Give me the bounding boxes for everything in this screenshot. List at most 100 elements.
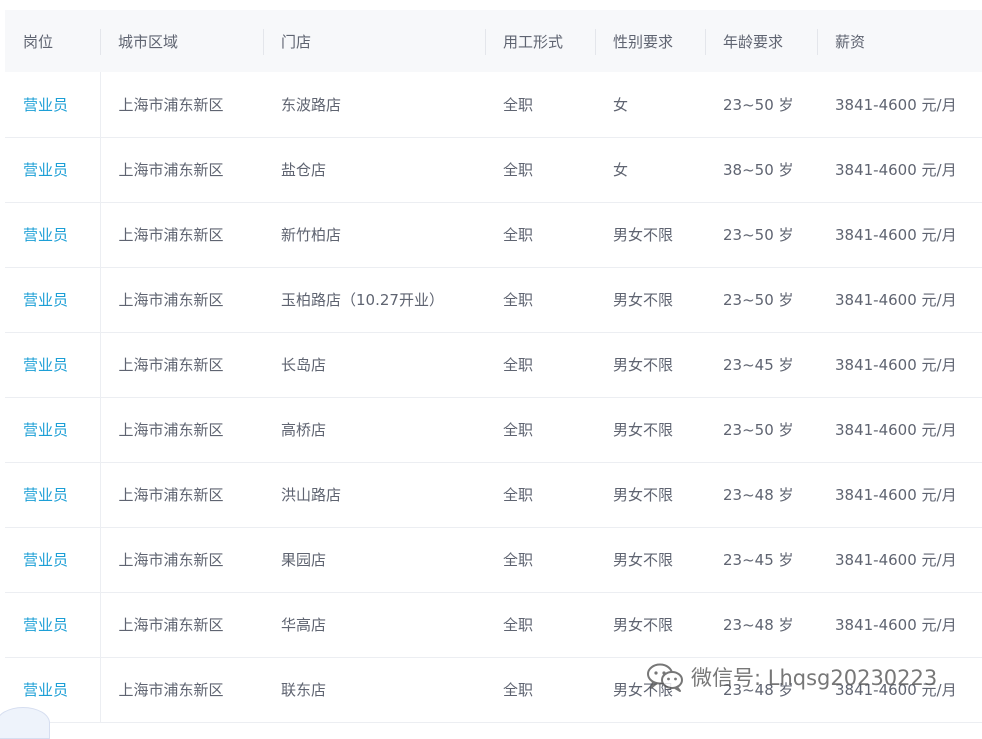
cell-store: 东波路店 [263,72,485,138]
cell-type: 全职 [485,202,595,268]
cell-age-text: 23~48 岁 [723,486,794,504]
cell-city: 上海市浦东新区 [100,527,263,593]
header-store[interactable]: 门店 [263,10,485,72]
cell-store-text: 新竹柏店 [281,226,342,244]
cell-city-text: 上海市浦东新区 [118,291,224,309]
cell-role[interactable]: 营业员 [5,137,101,203]
cell-gender: 女 [595,137,705,203]
table-row[interactable]: 营业员 上海市浦东新区 盐仓店 全职 女 38~50 岁 3841-4600 元/月 [5,137,982,203]
header-age[interactable]: 年龄要求 [705,10,817,72]
cell-age-text: 38~50 岁 [723,161,794,179]
cell-gender: 男女不限 [595,462,705,528]
table-row[interactable]: 营业员 上海市浦东新区 长岛店 全职 男女不限 23~45 岁 3841-4600 元/月 [5,332,982,398]
cell-role[interactable]: 营业员 [5,267,101,333]
cell-type-text: 全职 [503,486,534,504]
cell-role-text[interactable]: 营业员 [5,291,68,309]
cell-age: 23~50 岁 [705,72,817,138]
cell-store: 新竹柏店 [263,202,485,268]
header-role[interactable]: 岗位 [5,10,100,72]
cell-salary: 3841-4600 元/月 [817,397,982,463]
cell-gender-text: 男女不限 [613,616,674,634]
cell-store: 玉柏路店（10.27开业） [263,267,485,333]
cell-gender: 男女不限 [595,527,705,593]
cell-city-text: 上海市浦东新区 [118,356,224,374]
cell-age: 23~50 岁 [705,267,817,333]
table-row[interactable]: 营业员 上海市浦东新区 高桥店 全职 男女不限 23~50 岁 3841-4600 元/月 [5,397,982,463]
table-row[interactable]: 营业员 上海市浦东新区 东波路店 全职 女 23~50 岁 3841-4600 元/月 [5,72,982,138]
cell-type-text: 全职 [503,95,534,114]
cell-age-text: 23~50 岁 [723,291,794,309]
cell-city-text: 上海市浦东新区 [118,616,224,634]
cell-role[interactable]: 营业员 [5,462,101,528]
cell-store-text: 东波路店 [281,95,342,114]
cell-salary: 3841-4600 元/月 [817,267,982,333]
cell-role[interactable]: 营业员 [5,397,101,463]
table-row[interactable]: 营业员 上海市浦东新区 联东店 全职 男女不限 23~48 岁 3841-4600 元/月 [5,657,982,723]
cell-city-text: 上海市浦东新区 [118,421,224,439]
cell-type-text: 全职 [503,421,534,439]
cell-store: 华高店 [263,592,485,658]
job-table-container: 岗位 城市区域 门店 用工形式 性别要求 年龄要求 薪资 营业员 上海市浦东新区东… [5,10,982,723]
chat-bubble-icon[interactable] [0,707,50,739]
header-gender[interactable]: 性别要求 [595,10,705,72]
cell-role[interactable]: 营业员 [5,72,101,138]
header-type[interactable]: 用工形式 [485,10,595,72]
cell-role[interactable]: 营业员 [5,332,101,398]
cell-salary-text: 3841-4600 元/月 [835,161,957,179]
cell-role-text[interactable]: 营业员 [5,421,68,439]
cell-store-text: 玉柏路店（10.27开业） [281,291,444,309]
cell-city: 上海市浦东新区 [100,397,263,463]
cell-gender-text: 男女不限 [613,486,674,504]
table-row[interactable]: 营业员 上海市浦东新区 洪山路店 全职 男女不限 23~48 岁 3841-4600 元/月 [5,462,982,528]
cell-salary-text: 3841-4600 元/月 [835,616,957,634]
cell-salary: 3841-4600 元/月 [817,202,982,268]
table-row[interactable]: 营业员 上海市浦东新区 玉柏路店（10.27开业） 全职 男女不限 23~50 岁 3841… [5,267,982,333]
cell-store: 联东店 [263,657,485,723]
cell-type-text: 全职 [503,356,534,374]
cell-city: 上海市浦东新区 [100,657,263,723]
cell-salary-text: 3841-4600 元/月 [835,486,957,504]
cell-gender: 男女不限 [595,267,705,333]
cell-store-text: 果园店 [281,551,327,569]
cell-store-text: 联东店 [281,681,327,699]
cell-gender-text: 女 [613,161,629,179]
cell-age: 23~45 岁 [705,527,817,593]
cell-role-text[interactable]: 营业员 [5,356,68,374]
cell-age: 23~48 岁 [705,657,817,723]
cell-age-text: 23~45 岁 [723,356,794,374]
cell-type: 全职 [485,462,595,528]
header-city[interactable]: 城市区域 [100,10,263,72]
cell-salary-text: 3841-4600 元/月 [835,226,957,244]
table-header: 岗位 城市区域 门店 用工形式 性别要求 年龄要求 薪资 [5,10,982,72]
cell-age: 23~50 岁 [705,397,817,463]
cell-salary: 3841-4600 元/月 [817,137,982,203]
header-salary[interactable]: 薪资 [817,10,982,72]
cell-store: 果园店 [263,527,485,593]
table-row[interactable]: 营业员 上海市浦东新区 华高店 全职 男女不限 23~48 岁 3841-4600 元/月 [5,592,982,658]
cell-city-text: 上海市浦东新区 [118,681,224,699]
cell-city-text: 上海市浦东新区 [118,95,224,114]
table-row[interactable]: 营业员 上海市浦东新区 新竹柏店 全职 男女不限 23~50 岁 3841-4600 元/月 [5,202,982,268]
cell-role-text[interactable]: 营业员 [5,486,68,504]
cell-role[interactable]: 营业员 [5,527,101,593]
cell-gender-text: 男女不限 [613,291,674,309]
cell-type: 全职 [485,657,595,723]
table-row[interactable]: 营业员 上海市浦东新区 果园店 全职 男女不限 23~45 岁 3841-4600 元/月 [5,527,982,593]
cell-age: 23~48 岁 [705,592,817,658]
cell-role-text[interactable]: 营业员 [5,96,68,114]
cell-role[interactable]: 营业员 [5,592,101,658]
cell-age-text: 23~50 岁 [723,226,794,244]
cell-age-text: 23~48 岁 [723,616,794,634]
cell-store-text: 长岛店 [281,356,327,374]
cell-role[interactable]: 营业员 [5,202,101,268]
cell-salary: 3841-4600 元/月 [817,462,982,528]
cell-city-text: 上海市浦东新区 [118,226,224,244]
cell-role-text[interactable]: 营业员 [5,681,68,699]
cell-role-text[interactable]: 营业员 [5,226,68,244]
cell-city: 上海市浦东新区 [100,137,263,203]
cell-age-text: 23~45 岁 [723,551,794,569]
cell-role-text[interactable]: 营业员 [5,161,68,179]
cell-role-text[interactable]: 营业员 [5,616,68,634]
cell-role-text[interactable]: 营业员 [5,551,68,569]
cell-type-text: 全职 [503,551,534,569]
